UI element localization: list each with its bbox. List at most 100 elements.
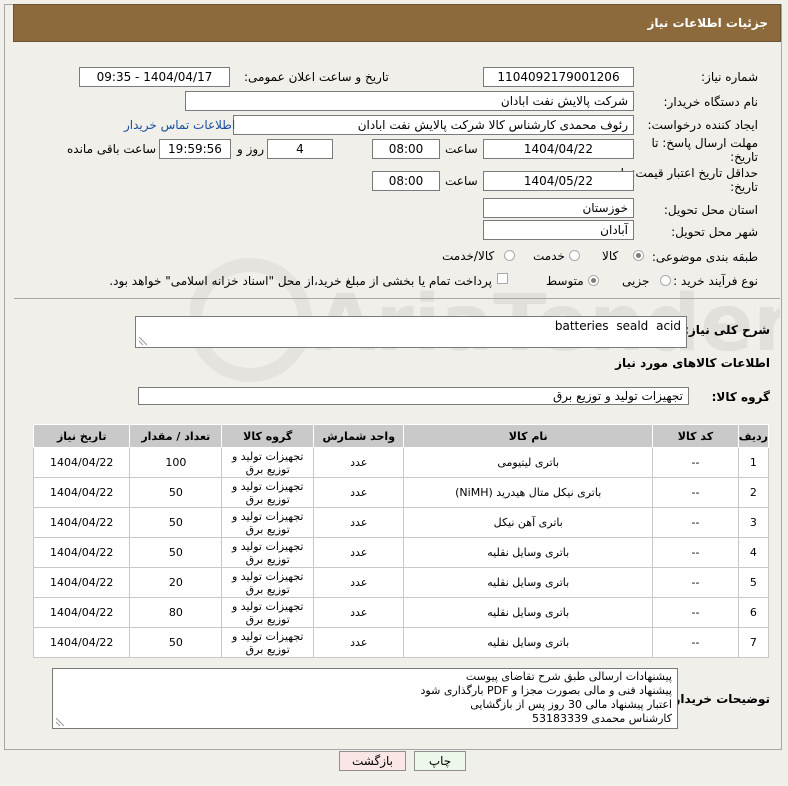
cell-need-date: 1404/04/22	[32, 567, 131, 598]
table-row: 4 -- باتری وسایل نقلیه عدد تجهیزات تولید و ت…	[32, 537, 770, 568]
category-radio-goods[interactable]	[633, 250, 644, 261]
purchase-radio-minor[interactable]	[660, 275, 671, 286]
goods-group-field: تجهیزات تولید و توزیع برق	[138, 387, 689, 405]
buyer-org-label: نام دستگاه خریدار:	[663, 95, 759, 109]
back-button[interactable]: بازگشت	[339, 751, 406, 771]
cell-unit: عدد	[313, 447, 405, 478]
cell-need-date: 1404/04/22	[32, 537, 131, 568]
city-label: شهر محل تحویل:	[671, 225, 758, 239]
cell-item-name: باتری وسایل نقلیه	[403, 537, 654, 568]
purchase-option-minor: جزیی	[622, 274, 650, 288]
cell-unit: عدد	[313, 567, 405, 598]
remaining-label: ساعت باقی مانده	[67, 142, 157, 156]
buyer-notes-label: توضیحات خریدار:	[668, 692, 770, 706]
cell-item-code: --	[652, 567, 739, 598]
cell-quantity: 50	[129, 537, 223, 568]
description-text: batteries seald acid	[554, 319, 681, 333]
category-option-goods: کالا	[602, 249, 619, 263]
reply-deadline-label: مهلت ارسال پاسخ: تا تاریخ:	[651, 136, 758, 164]
table-row: 6 -- باتری وسایل نقلیه عدد تجهیزات تولید و ت…	[32, 597, 770, 628]
cell-item-name: باتری وسایل نقلیه	[403, 567, 654, 598]
buyer-notes-line: پیشنهادات ارسالی طبق شرح تقاضای پیوست	[465, 670, 672, 683]
purchase-option-medium: متوسط	[546, 274, 584, 288]
category-radio-service[interactable]	[569, 250, 580, 261]
table-row: 3 -- باتری آهن نیکل عدد تجهیزات تولید و توزی…	[32, 507, 770, 538]
cell-item-name: باتری آهن نیکل	[403, 507, 654, 538]
buyer-notes-line: پیشنهاد فنی و مالی بصورت مجزا و PDF بارگ…	[420, 684, 672, 697]
announce-field: 1404/04/17 - 09:35	[79, 67, 230, 87]
purchase-radio-medium[interactable]	[588, 275, 599, 286]
cell-item-name: باتری وسایل نقلیه	[403, 627, 654, 658]
cell-need-date: 1404/04/22	[32, 477, 131, 508]
cell-row-number: 7	[737, 627, 770, 658]
header-item-name: نام کالا	[403, 424, 654, 448]
buyer-org-field: شرکت پالایش نفت ابادان	[185, 91, 634, 111]
buyer-notes-text: پیشنهادات ارسالی طبق شرح تقاضای پیوست پیش…	[421, 670, 672, 726]
cell-item-code: --	[652, 537, 739, 568]
days-label: روز و	[237, 142, 264, 156]
items-table: ردیف کد کالا نام کالا واحد شمارش گروه کا…	[32, 424, 770, 658]
cell-need-date: 1404/04/22	[32, 627, 131, 658]
cell-row-number: 3	[737, 507, 770, 538]
price-validity-label: حداقل تاریخ اعتبار قیمت: تا تاریخ:	[620, 166, 758, 194]
cell-quantity: 100	[129, 447, 223, 478]
cell-group: تجهیزات تولید و توزیع برق	[221, 597, 315, 628]
category-option-service: خدمت	[533, 249, 565, 263]
purchase-type-label: نوع فرآیند خرید :	[673, 274, 758, 288]
cell-item-name: باتری وسایل نقلیه	[403, 597, 654, 628]
cell-group: تجهیزات تولید و توزیع برق	[221, 567, 315, 598]
cell-row-number: 1	[737, 447, 770, 478]
buyer-contact-link[interactable]: اطلاعات تماس خریدار	[124, 118, 235, 132]
province-label: استان محل تحویل:	[663, 203, 758, 217]
divider	[14, 298, 780, 299]
cell-item-code: --	[652, 627, 739, 658]
need-number-field: 1104092179001206	[483, 67, 634, 87]
cell-unit: عدد	[313, 597, 405, 628]
header-quantity: تعداد / مقدار	[129, 424, 223, 448]
table-row: 2 -- باتری نیکل متال هیدرید (NiMH) عدد تجهیز…	[32, 477, 770, 508]
cell-unit: عدد	[313, 537, 405, 568]
reply-time-field: 08:00	[372, 139, 440, 159]
cell-quantity: 50	[129, 477, 223, 508]
cell-need-date: 1404/04/22	[32, 447, 131, 478]
cell-need-date: 1404/04/22	[32, 597, 131, 628]
cell-row-number: 5	[737, 567, 770, 598]
treasury-payment-note: پرداخت تمام یا بخشی از مبلغ خرید،از محل …	[109, 274, 492, 288]
description-label: شرح کلی نیاز:	[684, 323, 770, 337]
cell-group: تجهیزات تولید و توزیع برق	[221, 537, 315, 568]
category-label: طبقه بندی موضوعی:	[651, 250, 758, 264]
creator-field: رئوف محمدی کارشناس کالا شرکت پالایش نفت …	[233, 115, 634, 135]
page-title: جزئیات اطلاعات نیاز	[13, 4, 781, 42]
reply-date-field: 1404/04/22	[483, 139, 634, 159]
cell-group: تجهیزات تولید و توزیع برق	[221, 477, 315, 508]
buyer-notes-field: پیشنهادات ارسالی طبق شرح تقاضای پیوست پیش…	[52, 668, 678, 729]
goods-group-label: گروه کالا:	[711, 390, 770, 404]
print-button[interactable]: چاپ	[414, 751, 466, 771]
treasury-payment-checkbox[interactable]	[497, 273, 508, 284]
description-field: batteries seald acid	[135, 316, 687, 348]
cell-quantity: 50	[129, 507, 223, 538]
cell-group: تجهیزات تولید و توزیع برق	[221, 507, 315, 538]
category-radio-goods-service[interactable]	[504, 250, 515, 261]
resize-grip-icon	[139, 337, 147, 345]
cell-item-code: --	[652, 597, 739, 628]
goods-section-title: اطلاعات کالاهای مورد نیاز	[615, 356, 770, 370]
cell-quantity: 20	[129, 567, 223, 598]
header-group: گروه کالا	[221, 424, 315, 448]
cell-unit: عدد	[313, 507, 405, 538]
table-row: 7 -- باتری وسایل نقلیه عدد تجهیزات تولید و ت…	[32, 627, 770, 658]
cell-item-name: باتری نیکل متال هیدرید (NiMH)	[403, 477, 654, 508]
cell-row-number: 6	[737, 597, 770, 628]
table-header-row: ردیف کد کالا نام کالا واحد شمارش گروه کا…	[32, 424, 770, 448]
cell-row-number: 2	[737, 477, 770, 508]
price-time-label: ساعت	[445, 174, 478, 188]
buyer-notes-line: کارشناس محمدی 53183339	[532, 712, 672, 725]
province-field: خوزستان	[483, 198, 634, 218]
buyer-notes-line: اعتبار پیشنهاد مالی 30 روز پس از بازگشای…	[470, 698, 672, 711]
announce-label: تاریخ و ساعت اعلان عمومی:	[244, 70, 389, 84]
cell-item-name: باتری لیتیومی	[403, 447, 654, 478]
header-unit: واحد شمارش	[313, 424, 405, 448]
cell-row-number: 4	[737, 537, 770, 568]
days-field: 4	[267, 139, 333, 159]
reply-time-label: ساعت	[445, 142, 478, 156]
